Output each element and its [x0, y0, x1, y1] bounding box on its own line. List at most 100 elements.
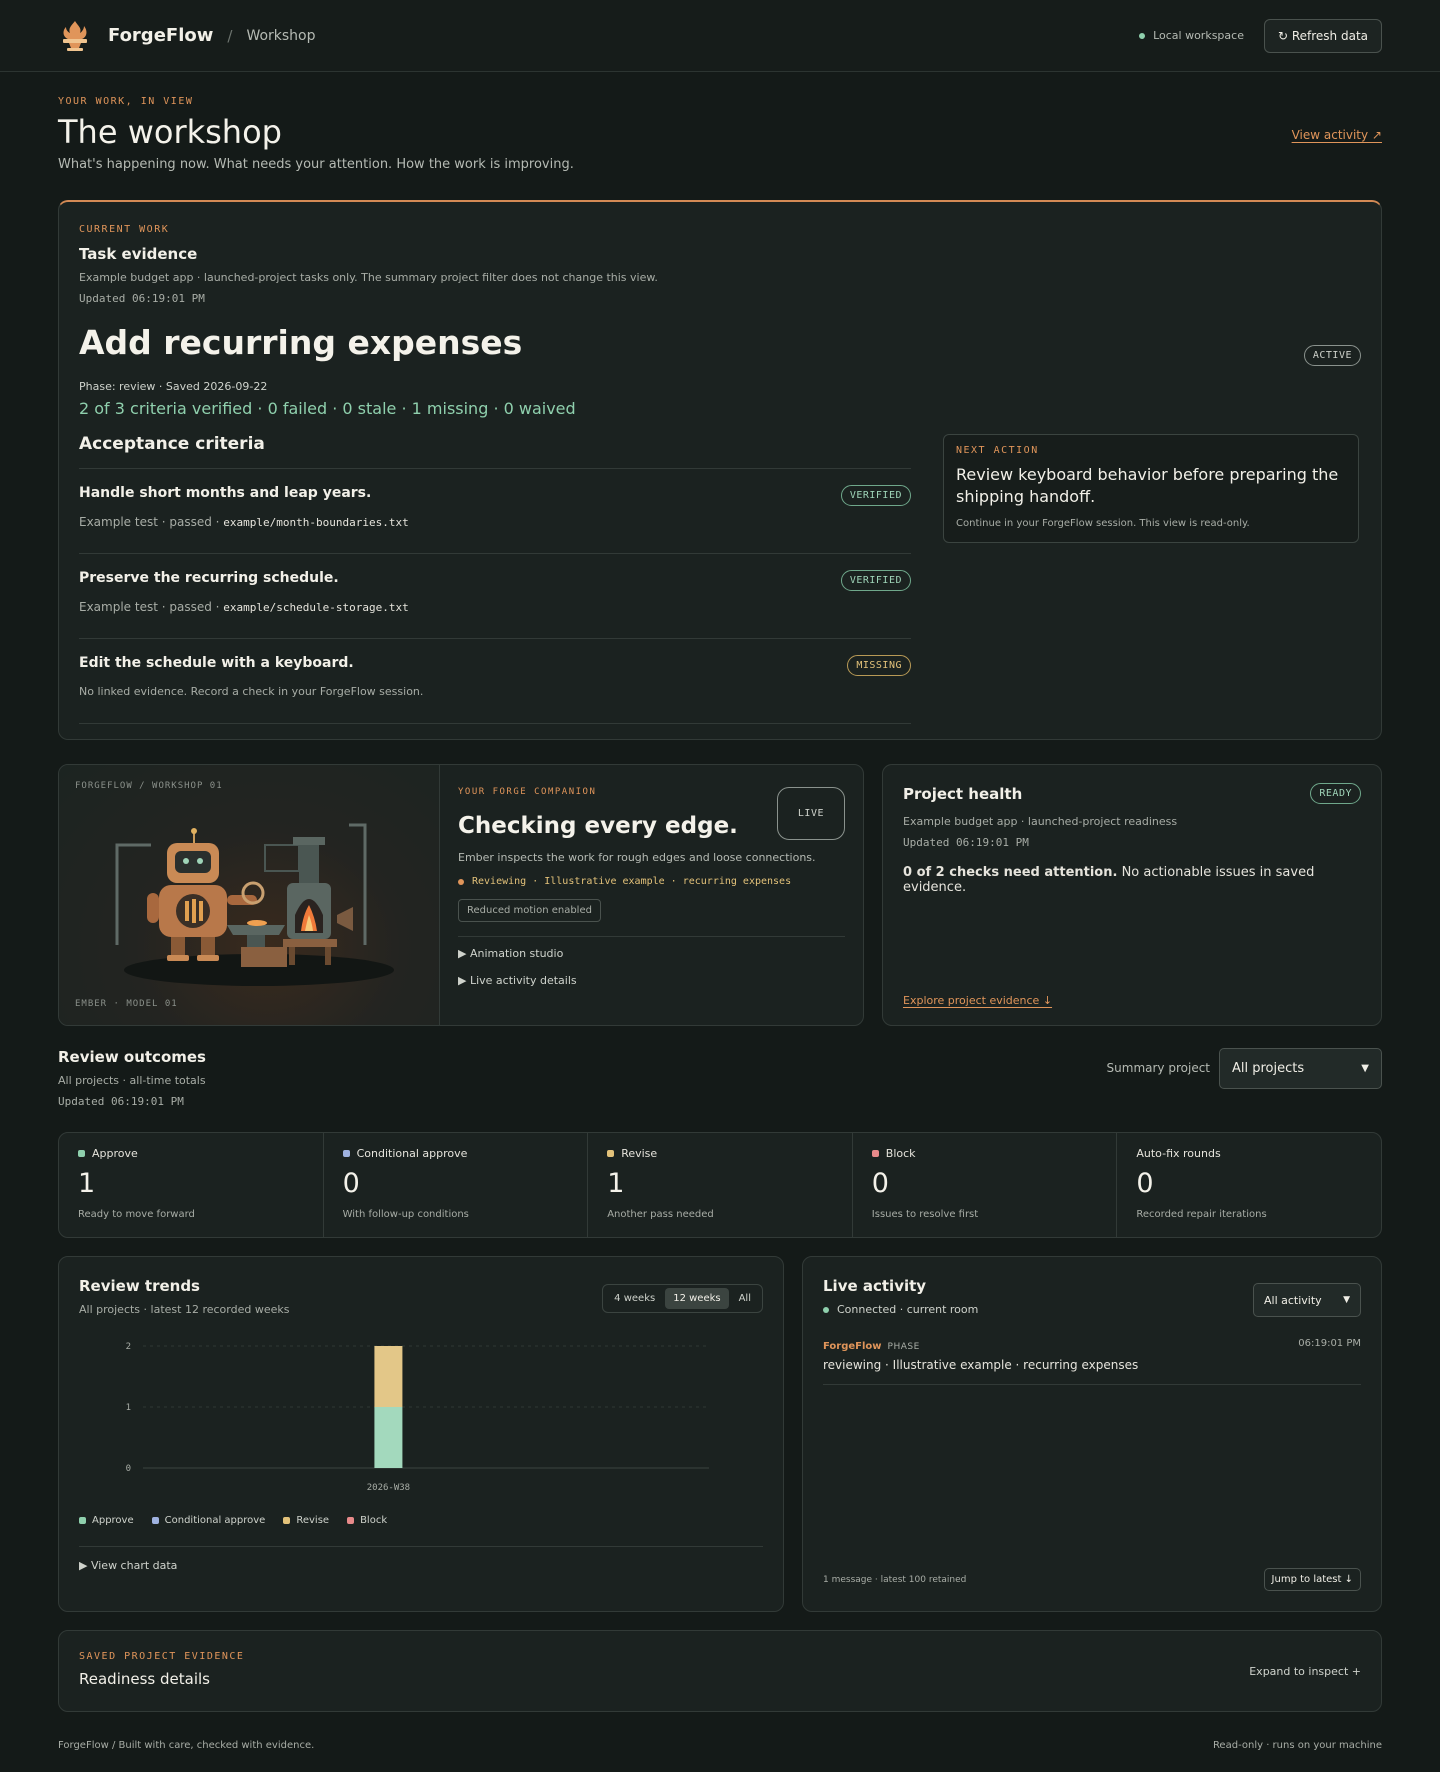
- page-title: The workshop: [58, 113, 282, 151]
- companion-status: Reviewing · Illustrative example · recur…: [458, 876, 845, 887]
- next-action-note: Continue in your ForgeFlow session. This…: [956, 518, 1250, 529]
- criterion-status-badge: MISSING: [847, 655, 911, 676]
- criterion-name: Handle short months and leap years.: [79, 485, 372, 501]
- page-subtitle: What's happening now. What needs your at…: [58, 157, 574, 172]
- brand-name[interactable]: ForgeFlow: [108, 25, 213, 46]
- bar-segment-revise: [374, 1346, 403, 1407]
- stat-value: 0: [342, 1168, 360, 1199]
- next-action-eyebrow: NEXT ACTION: [956, 445, 1039, 456]
- criterion-evidence-text: Example test · passed ·: [79, 515, 224, 529]
- range-4-weeks[interactable]: 4 weeks: [606, 1288, 663, 1309]
- task-scope: Example budget app · launched-project ta…: [79, 271, 658, 284]
- page-footer: ForgeFlow / Built with care, checked wit…: [58, 1740, 1382, 1751]
- breadcrumb-separator: /: [227, 26, 233, 45]
- illustration-bottom-label: EMBER · MODEL 01: [75, 999, 178, 1009]
- bar-segment-approve: [374, 1407, 403, 1468]
- activity-message: ForgeFlow PHASE 06:19:01 PM reviewing · I…: [823, 1338, 1361, 1385]
- legend-swatch: [347, 1517, 355, 1524]
- refresh-data-button[interactable]: ↻ Refresh data: [1263, 18, 1382, 53]
- review-trends-chart: 0 1 2 2026-W38: [126, 1342, 709, 1493]
- next-action-text: Review keyboard behavior before preparin…: [956, 465, 1339, 506]
- view-activity-link[interactable]: View activity ↗: [1292, 128, 1382, 142]
- stat-value: 1: [78, 1168, 96, 1199]
- page-hero: YOUR WORK, IN VIEW The workshop What's h…: [58, 72, 1382, 200]
- legend-label: Block: [360, 1515, 388, 1526]
- saved-evidence-eyebrow: SAVED PROJECT EVIDENCE: [79, 1651, 245, 1662]
- next-action-panel: NEXT ACTION Review keyboard behavior bef…: [943, 434, 1359, 543]
- range-12-weeks[interactable]: 12 weeks: [665, 1288, 729, 1309]
- workspace-status-dot: [1139, 32, 1146, 39]
- criterion-evidence-file[interactable]: example/schedule-storage.txt: [223, 601, 408, 614]
- saved-project-evidence[interactable]: SAVED PROJECT EVIDENCE Readiness details…: [58, 1630, 1382, 1712]
- criterion-evidence-text: Example test · passed ·: [79, 600, 224, 614]
- animation-studio-toggle[interactable]: ▶ Animation studio: [458, 947, 845, 960]
- review-outcomes-header: Review outcomes All projects · all-time …: [58, 1048, 1382, 1126]
- review-outcomes-scope: All projects · all-time totals: [58, 1074, 206, 1087]
- y-tick-label: 1: [126, 1403, 131, 1413]
- activity-filter-select[interactable]: All activity ▼: [1253, 1283, 1361, 1317]
- stat-conditional-approve: Conditional approve 0 With follow-up con…: [324, 1133, 589, 1237]
- forge-companion-card: FORGEFLOW / WORKSHOP 01 EMBER · MODEL 01…: [58, 764, 864, 1026]
- criterion-status-badge: VERIFIED: [840, 485, 911, 506]
- stat-hint: Ready to move forward: [78, 1209, 195, 1220]
- stat-hint: Issues to resolve first: [871, 1209, 979, 1220]
- revise-swatch: [607, 1150, 615, 1157]
- acceptance-criteria-heading: Acceptance criteria: [79, 434, 911, 469]
- footer-left: ForgeFlow / Built with care, checked wit…: [58, 1740, 315, 1751]
- criterion-item: Handle short months and leap years. Exam…: [79, 469, 911, 554]
- live-activity-details-toggle[interactable]: ▶ Live activity details: [458, 974, 845, 987]
- task-title: Add recurring expenses: [79, 323, 523, 362]
- current-work-eyebrow: CURRENT WORK: [79, 224, 170, 235]
- legend-revise: Revise: [283, 1515, 329, 1526]
- legend-conditional-approve: Conditional approve: [151, 1515, 265, 1526]
- criterion-evidence: Example test · passed · example/schedule…: [79, 600, 911, 614]
- activity-filter-value: All activity: [1264, 1293, 1322, 1307]
- companion-illustration: FORGEFLOW / WORKSHOP 01 EMBER · MODEL 01: [59, 765, 440, 1025]
- jump-to-latest-button[interactable]: Jump to latest ↓: [1263, 1568, 1361, 1591]
- review-outcomes-updated: Updated 06:19:01 PM: [58, 1095, 184, 1108]
- block-swatch: [871, 1150, 879, 1157]
- summary-project-select[interactable]: All projects ▼: [1219, 1048, 1382, 1089]
- companion-description: Ember inspects the work for rough edges …: [458, 851, 816, 864]
- legend-label: Revise: [296, 1515, 330, 1526]
- breadcrumb-workshop: Workshop: [246, 27, 316, 44]
- criterion-name: Preserve the recurring schedule.: [79, 570, 339, 586]
- criterion-item: Preserve the recurring schedule. Example…: [79, 554, 911, 639]
- legend-label: Approve: [92, 1515, 134, 1526]
- stat-label: Auto-fix rounds: [1136, 1147, 1221, 1160]
- companion-status-text: Reviewing · Illustrative example · recur…: [472, 876, 792, 887]
- view-chart-data-toggle[interactable]: ▶ View chart data: [79, 1546, 763, 1572]
- stat-label: Approve: [92, 1147, 138, 1160]
- legend-swatch: [151, 1517, 159, 1524]
- chart-legend: Approve Conditional approve Revise Block: [79, 1515, 763, 1526]
- top-bar: ForgeFlow / Workshop Local workspace ↻ R…: [0, 0, 1440, 72]
- connected-dot: [823, 1306, 829, 1313]
- trend-range-selector: 4 weeks 12 weeks All: [602, 1284, 763, 1313]
- explore-project-evidence-link[interactable]: Explore project evidence ↓: [903, 994, 1052, 1007]
- stat-label: Revise: [621, 1147, 658, 1160]
- live-activity-card: Live activity Connected · current room A…: [802, 1256, 1382, 1612]
- project-health-scope: Example budget app · launched-project re…: [903, 815, 1178, 828]
- page-eyebrow: YOUR WORK, IN VIEW: [58, 96, 194, 107]
- companion-details: ▶ Animation studio ▶ Live activity detai…: [458, 936, 845, 987]
- legend-block: Block: [347, 1515, 387, 1526]
- project-health-updated: Updated 06:19:01 PM: [903, 836, 1029, 849]
- x-tick-label: 2026-W38: [367, 1483, 410, 1493]
- stat-hint: With follow-up conditions: [342, 1209, 469, 1220]
- y-tick-label: 2: [126, 1342, 131, 1352]
- stat-approve: Approve 1 Ready to move forward: [59, 1133, 324, 1237]
- task-updated: Updated 06:19:01 PM: [79, 292, 205, 305]
- stat-revise: Revise 1 Another pass needed: [588, 1133, 853, 1237]
- range-all[interactable]: All: [731, 1288, 759, 1309]
- criterion-evidence-file[interactable]: example/month-boundaries.txt: [223, 516, 408, 529]
- expand-to-inspect-button[interactable]: Expand to inspect +: [1249, 1665, 1361, 1678]
- reduced-motion-chip[interactable]: Reduced motion enabled: [458, 899, 601, 922]
- message-time: 06:19:01 PM: [1298, 1338, 1361, 1349]
- activity-footer: 1 message · latest 100 retained: [823, 1575, 967, 1585]
- message-author: ForgeFlow: [823, 1341, 882, 1352]
- companion-status-dot: [458, 878, 464, 885]
- review-trends-card: Review trends All projects · latest 12 r…: [58, 1256, 784, 1612]
- live-status-text: Connected · current room: [837, 1303, 979, 1316]
- summary-project-label: Summary project: [1106, 1061, 1210, 1075]
- companion-live-badge: LIVE: [776, 787, 845, 840]
